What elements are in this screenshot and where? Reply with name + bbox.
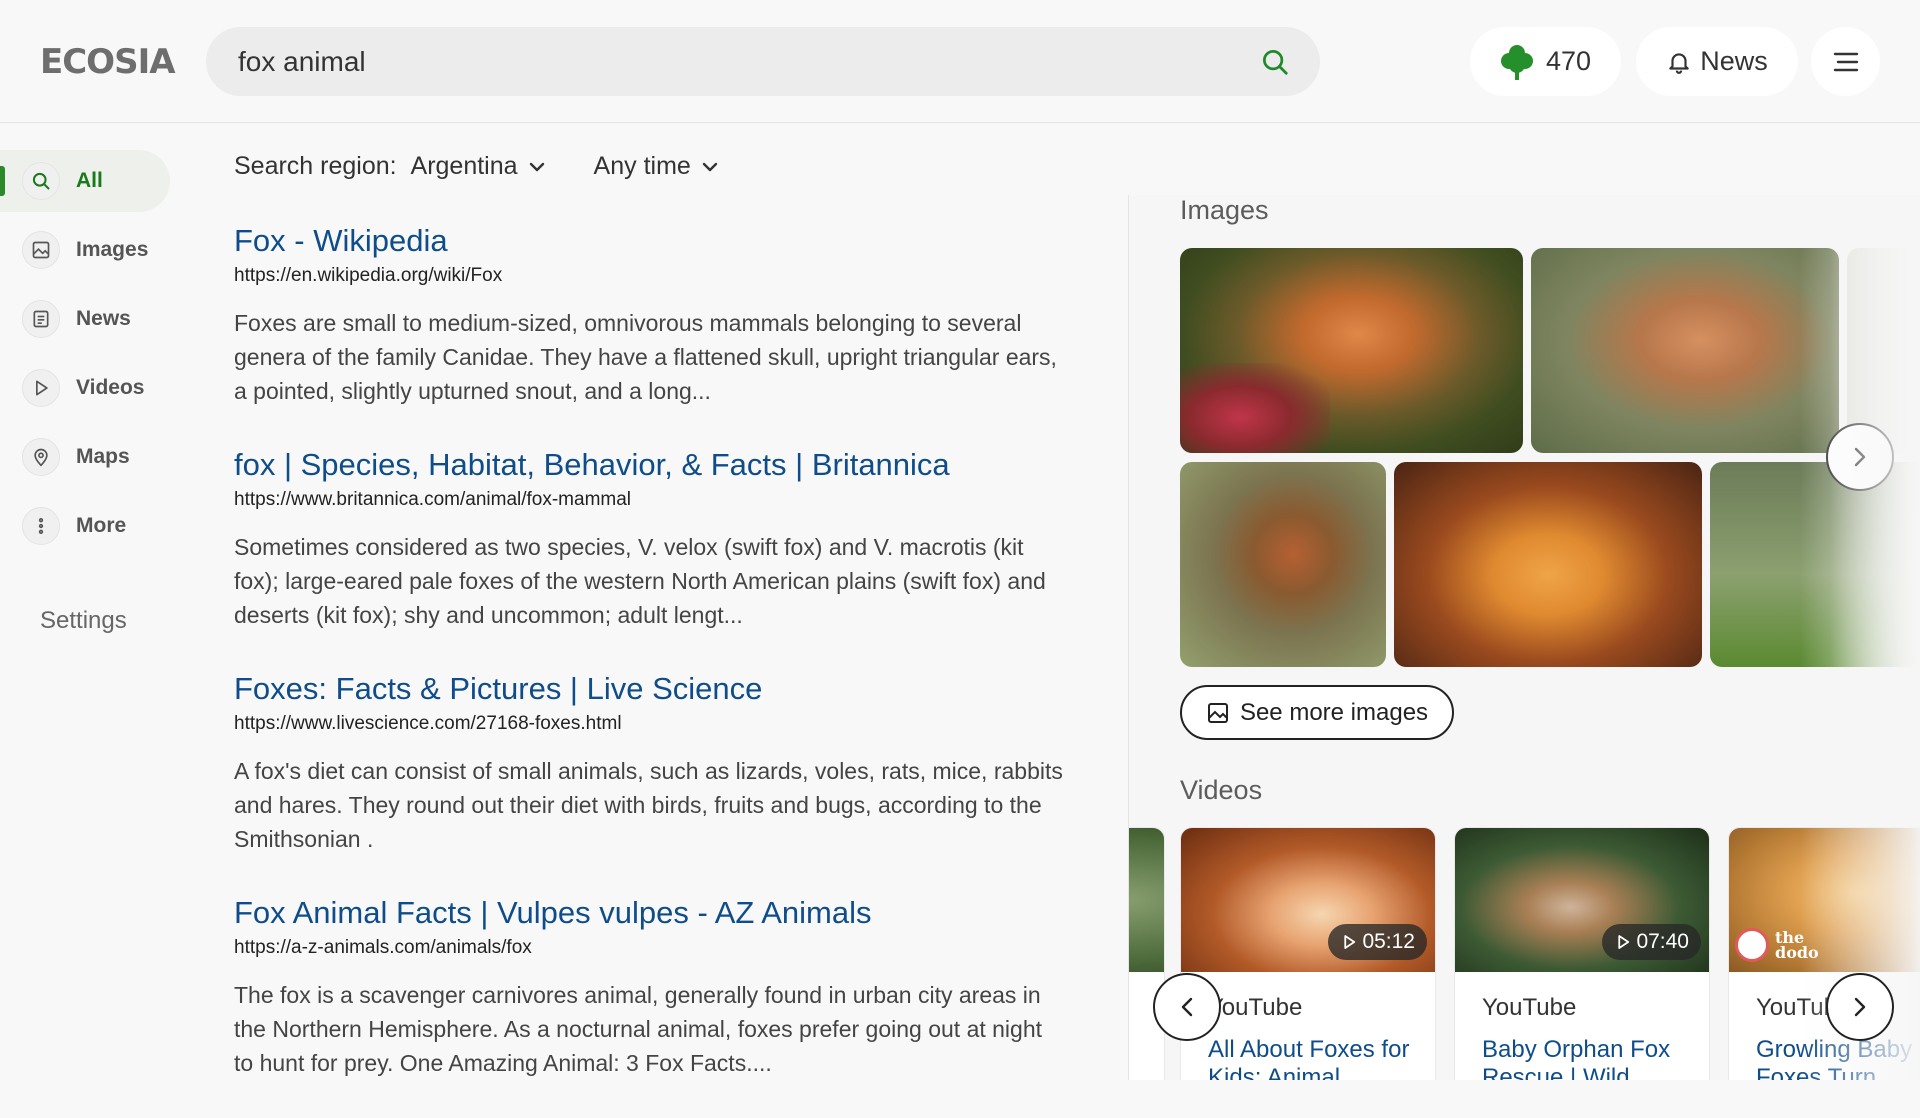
nav-item-maps[interactable]: Maps	[0, 426, 180, 488]
menu-button[interactable]	[1811, 27, 1880, 96]
time-dropdown[interactable]: Any time	[594, 152, 719, 181]
side-panel: Images See more images Videos 05:12 YouT…	[1129, 195, 1920, 1080]
fox-image-6[interactable]	[1710, 462, 1920, 667]
search-bar[interactable]	[206, 27, 1320, 96]
dodo-badge-text: the dodo	[1775, 928, 1819, 962]
see-more-images-button[interactable]: See more images	[1180, 685, 1454, 740]
search-input[interactable]	[238, 27, 1198, 96]
video-thumbnail: 07:40	[1455, 828, 1709, 972]
header: ECOSIA 470 News	[0, 0, 1920, 123]
play-icon	[22, 369, 60, 407]
play-icon	[1344, 935, 1356, 949]
time-value: Any time	[593, 152, 691, 180]
fox-image-5[interactable]	[1394, 462, 1702, 667]
result-item: Fox - Wikipedia https://en.wikipedia.org…	[234, 222, 1064, 446]
search-icon[interactable]	[1260, 47, 1290, 77]
region-label: Search region:	[234, 152, 397, 180]
video-thumbnail: the dodo	[1729, 828, 1920, 972]
nav-item-label: Images	[76, 238, 149, 261]
video-card[interactable]: the dodo YouTube Growling Baby Foxes Tur…	[1728, 827, 1920, 1080]
region-dropdown[interactable]: Search region: Argentina	[234, 152, 546, 181]
nav-item-all[interactable]: All	[0, 150, 170, 212]
video-duration-badge: 05:12	[1328, 924, 1427, 960]
region-value: Argentina	[410, 152, 518, 180]
video-duration-badge: 07:40	[1602, 924, 1701, 960]
news-button-label: News	[1700, 46, 1768, 76]
result-snippet: A fox's diet can consist of small animal…	[234, 758, 1063, 852]
chevron-left-icon	[1181, 997, 1193, 1017]
news-icon	[22, 300, 60, 338]
video-thumbnail	[1129, 828, 1164, 972]
images-next-button[interactable]	[1826, 423, 1894, 491]
video-duration: 07:40	[1636, 930, 1689, 953]
dodo-logo-icon	[1735, 928, 1769, 962]
videos-next-button[interactable]	[1826, 973, 1894, 1041]
nav-item-label: All	[76, 169, 103, 192]
play-icon	[1618, 935, 1630, 949]
tree-counter[interactable]: 470	[1470, 27, 1621, 96]
video-card[interactable]: 05:12 YouTube All About Foxes for Kids: …	[1180, 827, 1436, 1080]
video-title-link[interactable]: Growling Baby Foxes Turn	[1729, 1022, 1920, 1080]
nav-item-images[interactable]: Images	[0, 219, 180, 281]
news-button[interactable]: News	[1636, 27, 1798, 96]
result-item: Fox Animal Facts | Vulpes vulpes - AZ An…	[234, 894, 1064, 1118]
hamburger-icon	[1833, 52, 1858, 71]
video-card[interactable]: 07:40 YouTube Baby Orphan Fox Rescue | W…	[1454, 827, 1710, 1080]
result-item: fox | Species, Habitat, Behavior, & Fact…	[234, 446, 1064, 670]
tree-icon	[1500, 44, 1533, 80]
result-title-link[interactable]: Foxes: Facts & Pictures | Live Science	[234, 670, 1064, 708]
more-vertical-icon	[22, 507, 60, 545]
videos-section-title: Videos	[1180, 775, 1263, 805]
nav-item-label: News	[76, 307, 131, 330]
vertical-nav: All Images News Videos Maps More	[0, 150, 180, 564]
nav-item-more[interactable]: More	[0, 495, 180, 557]
video-card-prev[interactable]	[1129, 827, 1165, 1080]
result-url[interactable]: https://www.livescience.com/27168-foxes.…	[234, 712, 1064, 736]
images-section-title: Images	[1180, 195, 1269, 225]
result-title-link[interactable]: Fox Animal Facts | Vulpes vulpes - AZ An…	[234, 894, 1064, 932]
chevron-right-icon	[1854, 447, 1866, 467]
nav-item-label: More	[76, 514, 127, 537]
settings-link[interactable]: Settings	[40, 607, 127, 635]
result-snippet: Sometimes considered as two species, V. …	[234, 534, 1046, 628]
search-icon	[22, 162, 60, 200]
chevron-down-icon	[702, 162, 718, 171]
bell-icon	[1669, 52, 1689, 74]
fox-image-2[interactable]	[1531, 248, 1839, 453]
fox-image-1[interactable]	[1180, 248, 1523, 453]
image-icon	[1207, 702, 1228, 723]
map-pin-icon	[22, 438, 60, 476]
tree-count: 470	[1545, 46, 1592, 76]
result-snippet: Foxes are small to medium-sized, omnivor…	[234, 310, 1057, 404]
chevron-down-icon	[529, 162, 544, 171]
image-icon	[22, 231, 60, 269]
video-thumbnail: 05:12	[1181, 828, 1435, 972]
chevron-right-icon	[1854, 997, 1866, 1017]
search-filters: Search region: Argentina Any time	[234, 152, 767, 181]
video-title-link[interactable]: All About Foxes for Kids: Animal	[1181, 1022, 1435, 1080]
result-title-link[interactable]: Fox - Wikipedia	[234, 222, 1064, 260]
nav-item-news[interactable]: News	[0, 288, 180, 350]
nav-item-videos[interactable]: Videos	[0, 357, 180, 419]
see-more-images-label: See more images	[1239, 698, 1429, 726]
result-url[interactable]: https://en.wikipedia.org/wiki/Fox	[234, 264, 1064, 288]
nav-item-label: Maps	[76, 445, 130, 468]
ecosia-logo[interactable]: ECOSIA	[40, 42, 176, 82]
fox-image-4[interactable]	[1180, 462, 1386, 667]
nav-item-label: Videos	[76, 376, 145, 399]
dodo-badge: the dodo	[1735, 928, 1825, 962]
result-url[interactable]: https://www.britannica.com/animal/fox-ma…	[234, 488, 1064, 512]
video-duration: 05:12	[1362, 930, 1415, 953]
result-url[interactable]: https://a-z-animals.com/animals/fox	[234, 936, 1064, 960]
videos-prev-button[interactable]	[1153, 973, 1221, 1041]
video-source: YouTube	[1482, 994, 1577, 1021]
result-snippet: The fox is a scavenger carnivores animal…	[234, 982, 1043, 1076]
result-title-link[interactable]: fox | Species, Habitat, Behavior, & Fact…	[234, 446, 1064, 484]
search-results: Fox - Wikipedia https://en.wikipedia.org…	[234, 222, 1064, 1118]
result-item: Foxes: Facts & Pictures | Live Science h…	[234, 670, 1064, 894]
video-title-link[interactable]: Baby Orphan Fox Rescue | Wild	[1455, 1022, 1709, 1080]
